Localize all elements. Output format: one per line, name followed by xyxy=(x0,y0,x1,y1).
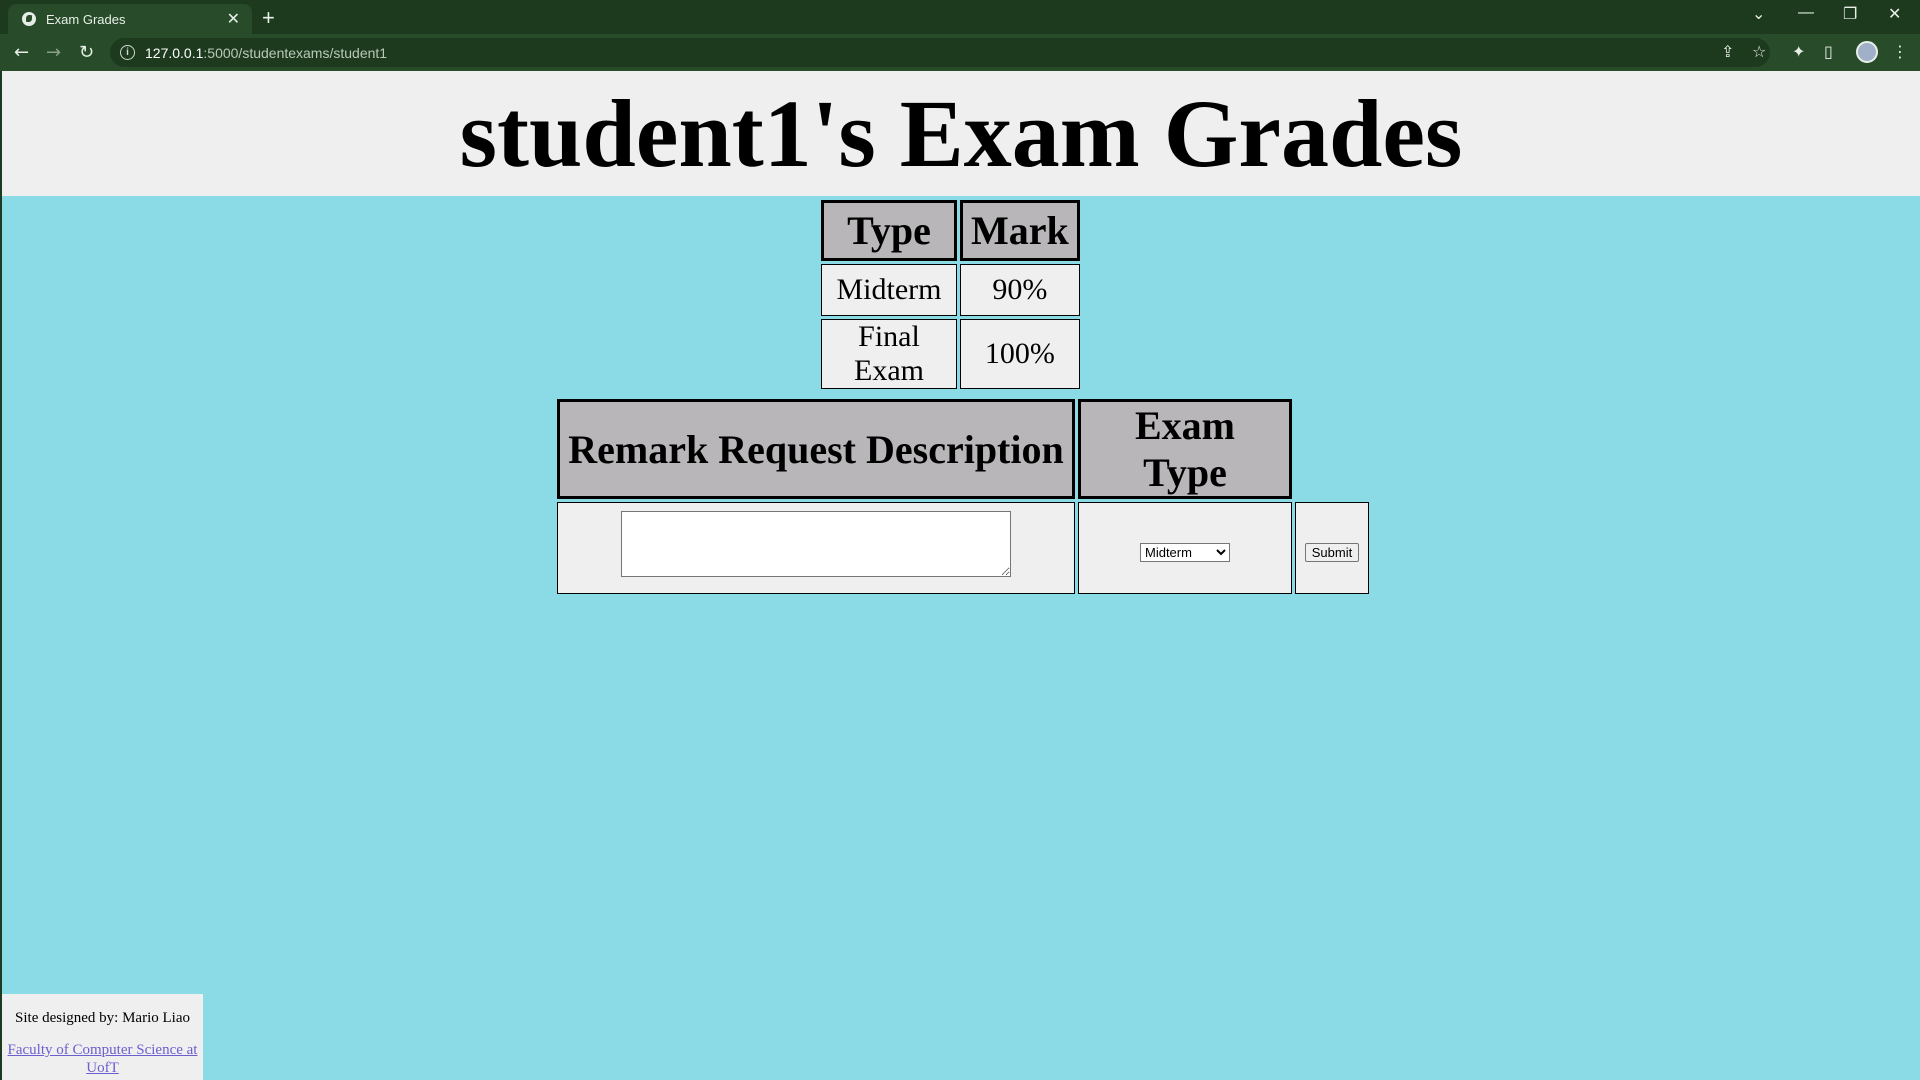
bookmark-star-icon[interactable]: ☆ xyxy=(1752,42,1766,61)
grades-table: Type Mark Midterm 90% Final Exam 100% xyxy=(818,197,1083,392)
browser-tab-bar: Exam Grades ✕ + ⌄ — ❐ ✕ xyxy=(0,0,1920,34)
globe-icon xyxy=(22,12,36,26)
remark-input-row: Midterm Submit xyxy=(557,502,1369,594)
table-row: Midterm 90% xyxy=(821,264,1080,316)
page-header: student1's Exam Grades xyxy=(2,71,1920,196)
page-viewport: student1's Exam Grades Type Mark Midterm… xyxy=(2,71,1920,1080)
minimize-icon[interactable]: — xyxy=(1798,4,1814,22)
remark-description-textarea[interactable] xyxy=(621,511,1011,577)
share-icon[interactable]: ⇪ xyxy=(1721,42,1734,61)
extensions-puzzle-icon[interactable]: ✦ xyxy=(1792,42,1805,61)
column-header-type: Type xyxy=(821,200,957,261)
column-header-remark-description: Remark Request Description xyxy=(557,399,1075,499)
profile-avatar[interactable] xyxy=(1856,41,1878,63)
exam-type-cell: Midterm xyxy=(1078,502,1292,594)
tab-title: Exam Grades xyxy=(46,11,126,27)
faculty-link[interactable]: Faculty of Computer Science at UofT xyxy=(2,1041,203,1077)
forward-arrow-icon[interactable]: → xyxy=(46,42,61,63)
page-title: student1's Exam Grades xyxy=(459,80,1463,187)
restore-icon[interactable]: ❐ xyxy=(1843,4,1857,24)
grades-header-row: Type Mark xyxy=(821,200,1080,261)
exam-mark-cell: 90% xyxy=(960,264,1080,316)
browser-menu-icon[interactable]: ⋮ xyxy=(1892,42,1908,61)
remark-request-form: Remark Request Description Exam Type Mid… xyxy=(554,396,1372,597)
exam-mark-cell: 100% xyxy=(960,319,1080,389)
address-bar[interactable]: i 127.0.0.1:5000/studentexams/student1 xyxy=(110,38,1770,67)
remark-header-row: Remark Request Description Exam Type xyxy=(557,399,1369,499)
exam-type-select[interactable]: Midterm xyxy=(1140,543,1230,562)
exam-type-cell: Midterm xyxy=(821,264,957,316)
exam-type-cell: Final Exam xyxy=(821,319,957,389)
description-cell xyxy=(557,502,1075,594)
reload-icon[interactable]: ↻ xyxy=(79,42,94,63)
site-info-icon[interactable]: i xyxy=(120,45,135,60)
designer-credit: Site designed by: Mario Liao xyxy=(15,1010,190,1026)
new-tab-icon[interactable]: + xyxy=(262,5,275,31)
close-tab-icon[interactable]: ✕ xyxy=(227,9,240,29)
back-arrow-icon[interactable]: ← xyxy=(14,42,29,63)
page-footer: Site designed by: Mario Liao Faculty of … xyxy=(2,994,203,1080)
column-header-exam-type: Exam Type xyxy=(1078,399,1292,499)
side-panel-icon[interactable]: ▯ xyxy=(1824,42,1833,61)
browser-tab[interactable]: Exam Grades ✕ xyxy=(8,4,252,34)
table-row: Final Exam 100% xyxy=(821,319,1080,389)
url-path: :5000/studentexams/student1 xyxy=(203,44,388,61)
column-header-mark: Mark xyxy=(960,200,1080,261)
tab-search-icon[interactable]: ⌄ xyxy=(1752,4,1765,24)
browser-toolbar: ← → ↻ i 127.0.0.1:5000/studentexams/stud… xyxy=(0,34,1920,71)
submit-cell: Submit xyxy=(1295,502,1369,594)
submit-button[interactable]: Submit xyxy=(1304,543,1360,562)
window-close-icon[interactable]: ✕ xyxy=(1888,4,1901,24)
url-host: 127.0.0.1 xyxy=(145,44,204,61)
